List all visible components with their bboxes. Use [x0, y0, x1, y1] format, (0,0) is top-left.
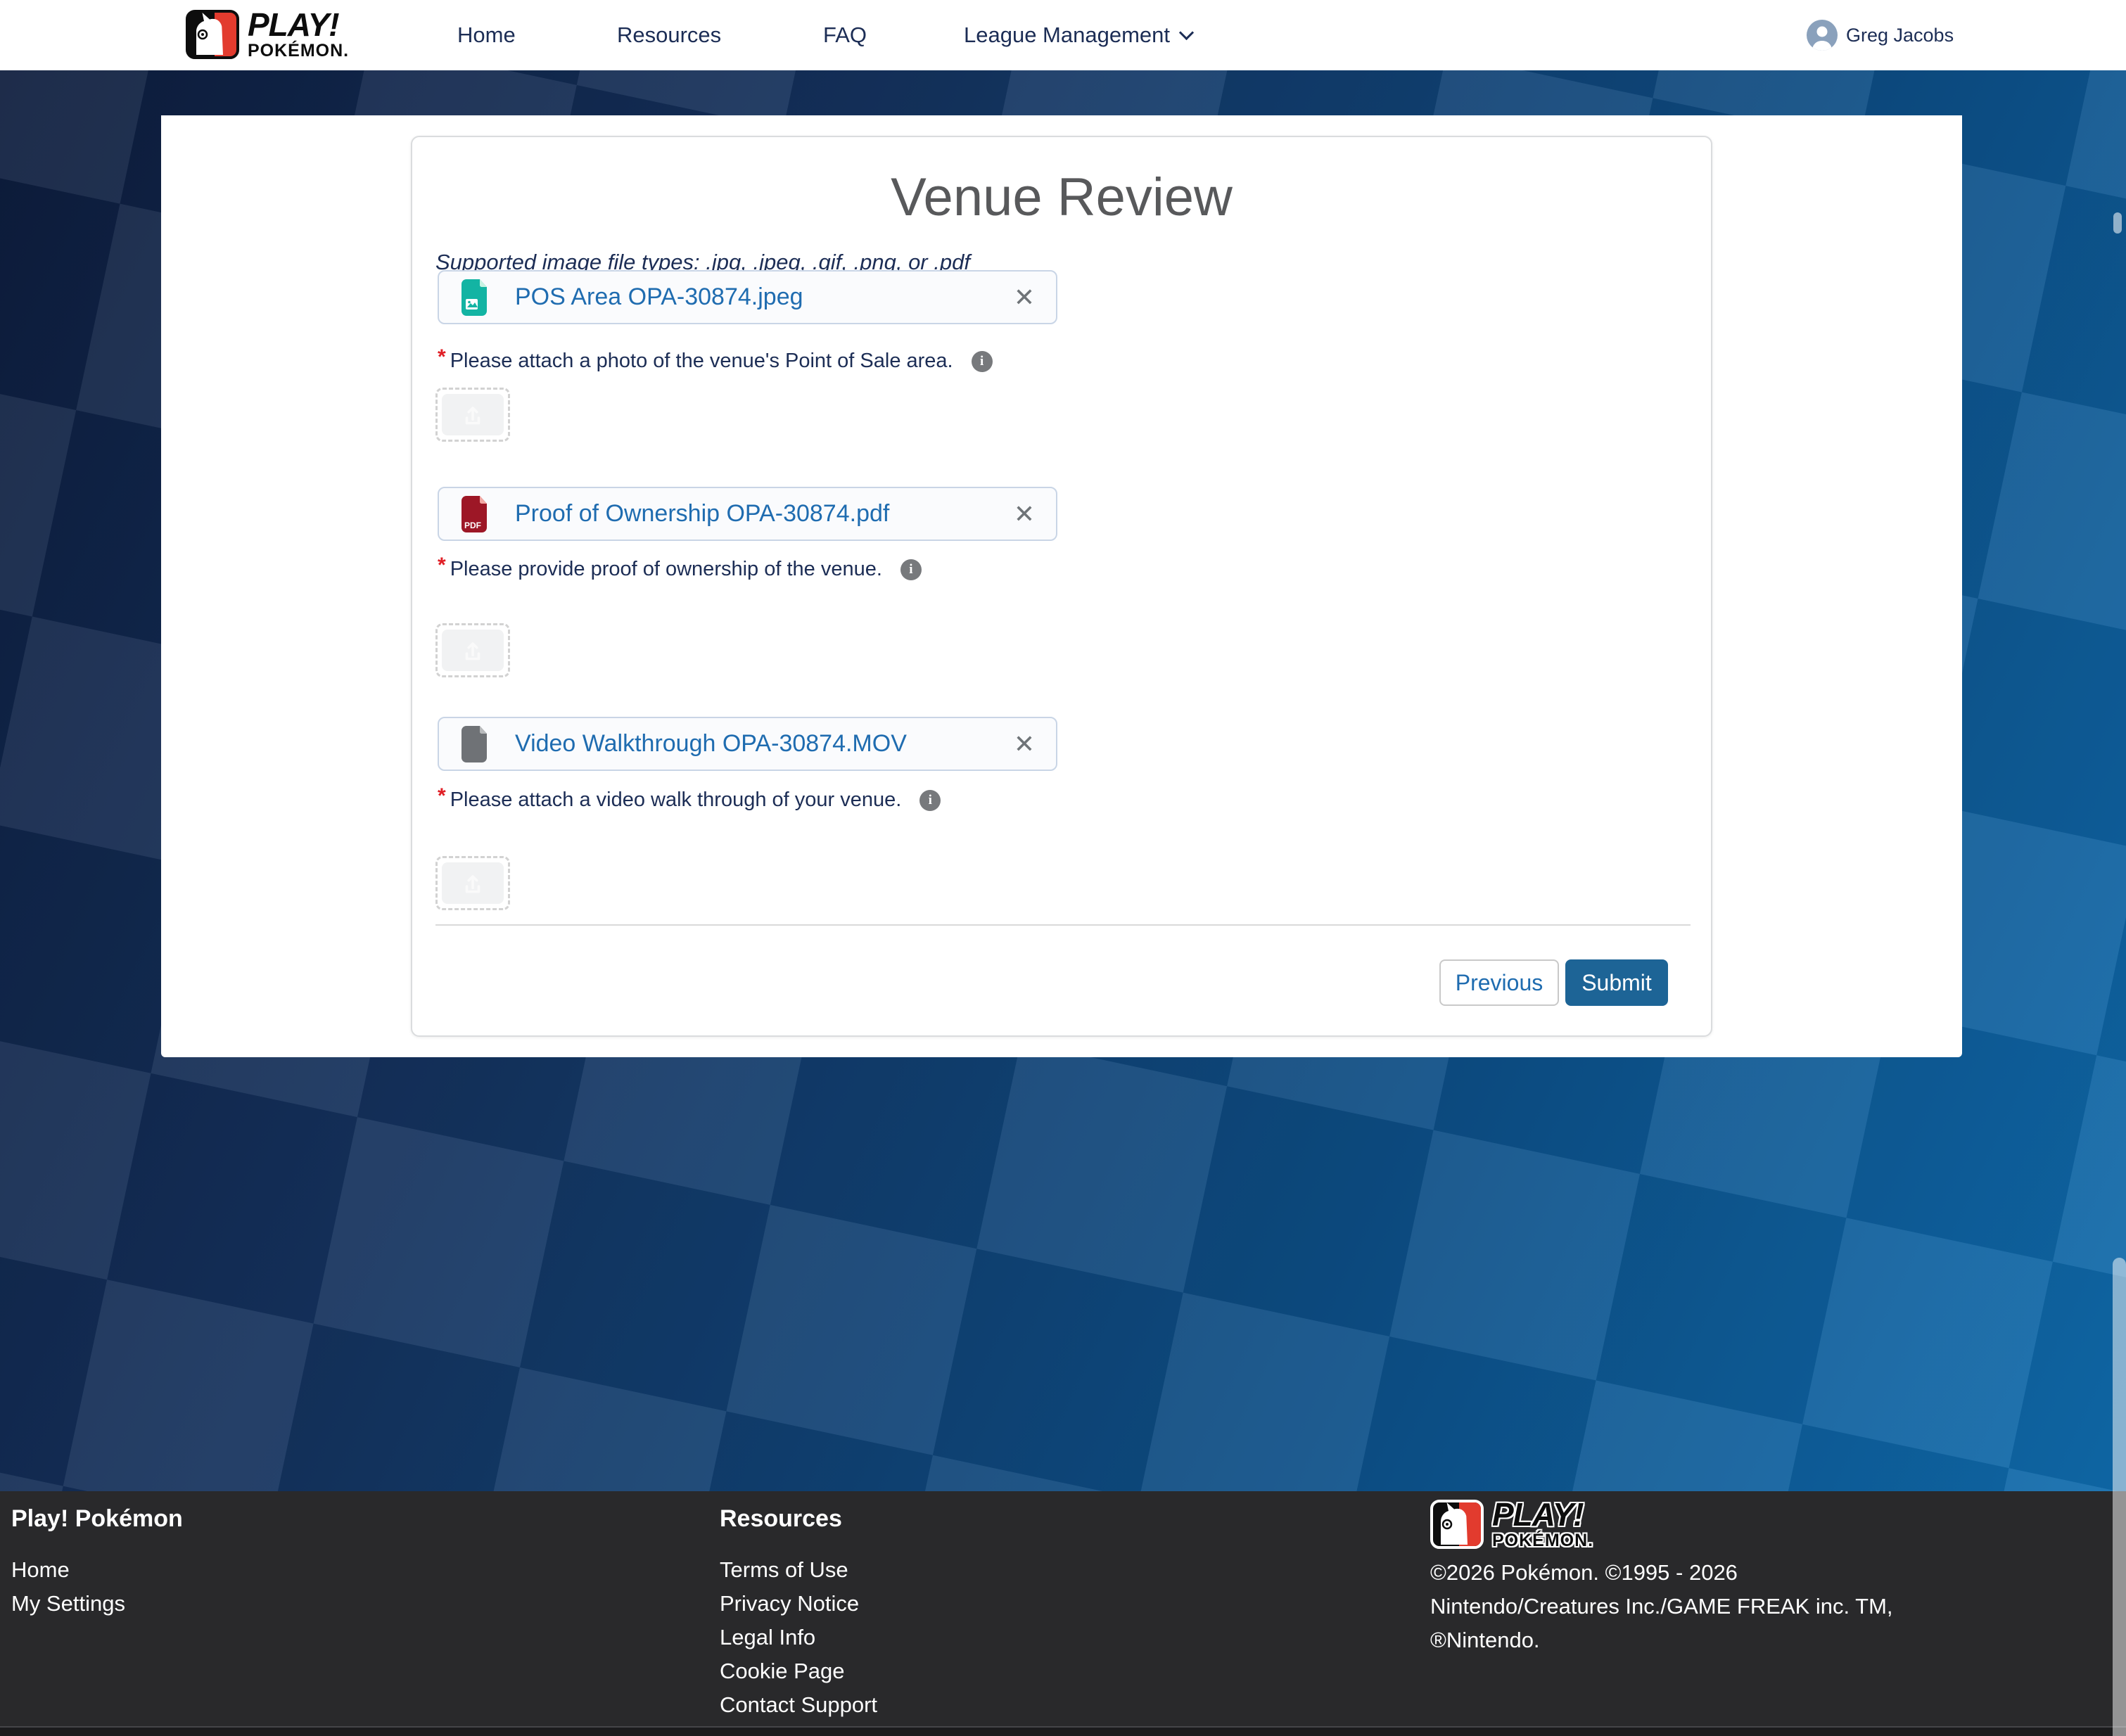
upload-caption: * Please attach a video walk through of … — [438, 787, 941, 812]
info-icon[interactable]: i — [972, 351, 993, 372]
venue-review-card: Venue Review Supported image file types:… — [411, 136, 1712, 1037]
upload-caption: * Please provide proof of ownership of t… — [438, 556, 922, 582]
footer-link-terms-of-use[interactable]: Terms of Use — [720, 1557, 848, 1583]
play-pokemon-logo[interactable]: PLAY! POKÉMON. — [186, 8, 349, 60]
nav-item-resources[interactable]: Resources — [617, 0, 721, 70]
remove-file-icon[interactable]: ✕ — [1014, 502, 1035, 527]
submit-button[interactable]: Submit — [1565, 959, 1668, 1006]
footer-link-legal-info[interactable]: Legal Info — [720, 1625, 815, 1650]
header: PLAY! POKÉMON. Home Resources FAQ League… — [0, 0, 2126, 70]
caption-text: Please attach a photo of the venue's Poi… — [450, 348, 953, 374]
logo-pokemon-text: POKÉMON. — [248, 42, 349, 60]
caption-text: Please provide proof of ownership of the… — [450, 556, 882, 582]
required-asterisk: * — [438, 554, 446, 577]
file-link[interactable]: POS Area OPA-30874.jpeg — [515, 283, 803, 311]
uploaded-file-chip: POS Area OPA-30874.jpeg ✕ — [438, 270, 1057, 324]
upload-icon — [459, 402, 486, 428]
play-pokemon-badge-icon — [186, 10, 239, 59]
required-asterisk: * — [438, 348, 446, 369]
footer-link-contact-support[interactable]: Contact Support — [720, 1692, 877, 1718]
page-scrollbar-thumb[interactable] — [2113, 1258, 2126, 1736]
logo-play-text: PLAY! — [1492, 1498, 1593, 1531]
nav-item-league-management[interactable]: League Management — [964, 0, 1192, 70]
pdf-file-icon: PDF — [459, 494, 490, 534]
info-icon[interactable]: i — [919, 790, 941, 811]
logo-pokemon-text: POKÉMON. — [1492, 1532, 1593, 1550]
footer-link-privacy-notice[interactable]: Privacy Notice — [720, 1591, 859, 1616]
file-link[interactable]: Proof of Ownership OPA-30874.pdf — [515, 500, 889, 528]
remove-file-icon[interactable]: ✕ — [1014, 732, 1035, 757]
uploaded-file-chip: PDF Proof of Ownership OPA-30874.pdf ✕ — [438, 487, 1057, 541]
info-glyph: i — [909, 562, 912, 577]
caption-text: Please attach a video walk through of yo… — [450, 787, 902, 812]
info-glyph: i — [929, 793, 932, 808]
footer-heading-resources: Resources — [720, 1505, 842, 1533]
footer-play-pokemon-logo: PLAY! POKÉMON. — [1430, 1498, 1593, 1550]
footer-heading-play-pokemon: Play! Pokémon — [11, 1505, 183, 1533]
user-avatar-icon — [1807, 20, 1838, 51]
footer-link-cookie-page[interactable]: Cookie Page — [720, 1659, 845, 1684]
play-pokemon-badge-icon — [1430, 1500, 1484, 1549]
required-asterisk: * — [438, 784, 446, 808]
user-menu[interactable]: Greg Jacobs — [1807, 0, 1954, 70]
info-glyph: i — [980, 354, 984, 369]
league-management-label: League Management — [964, 23, 1170, 48]
remove-file-icon[interactable]: ✕ — [1014, 285, 1035, 310]
copyright-line: ©2026 Pokémon. ©1995 - 2026 — [1430, 1560, 1738, 1585]
copyright-line: Nintendo/Creatures Inc./GAME FREAK inc. … — [1430, 1594, 1893, 1619]
footer: Play! Pokémon Home My Settings Resources… — [0, 1491, 2126, 1726]
pdf-icon-label: PDF — [464, 521, 481, 530]
page-title: Venue Review — [412, 167, 1711, 228]
uploaded-file-chip: Video Walkthrough OPA-30874.MOV ✕ — [438, 717, 1057, 771]
file-upload-dropzone[interactable] — [435, 856, 510, 910]
logo-play-text: PLAY! — [248, 8, 349, 41]
image-file-icon — [459, 278, 490, 317]
upload-icon — [459, 637, 486, 664]
user-name: Greg Jacobs — [1846, 25, 1954, 46]
nav-item-home[interactable]: Home — [457, 0, 516, 70]
generic-file-icon — [459, 725, 490, 764]
upload-dropzone-inner — [442, 862, 504, 904]
info-icon[interactable]: i — [900, 559, 922, 580]
divider — [435, 924, 1691, 926]
upload-dropzone-inner — [442, 630, 504, 671]
upload-icon — [459, 870, 486, 897]
content-panel: Venue Review Supported image file types:… — [161, 115, 1962, 1057]
nav-item-faq[interactable]: FAQ — [823, 0, 867, 70]
previous-button[interactable]: Previous — [1439, 959, 1559, 1006]
copyright-line: ®Nintendo. — [1430, 1628, 1540, 1653]
file-upload-dropzone[interactable] — [435, 623, 510, 677]
chevron-down-icon — [1179, 25, 1194, 39]
footer-link-my-settings[interactable]: My Settings — [11, 1591, 125, 1616]
footer-link-home[interactable]: Home — [11, 1557, 70, 1583]
upload-dropzone-inner — [442, 394, 504, 435]
file-link[interactable]: Video Walkthrough OPA-30874.MOV — [515, 730, 907, 758]
file-upload-dropzone[interactable] — [435, 388, 510, 442]
inner-scrollbar-thumb[interactable] — [2113, 212, 2122, 234]
upload-caption: * Please attach a photo of the venue's P… — [438, 348, 993, 374]
bottom-strip — [0, 1726, 2126, 1736]
